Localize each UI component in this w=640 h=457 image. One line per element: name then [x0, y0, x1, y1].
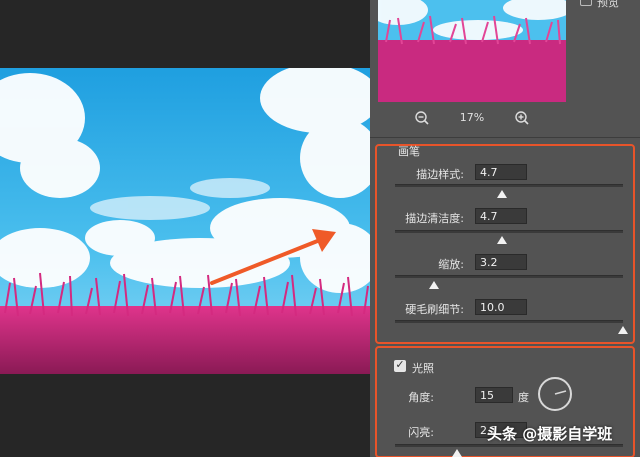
shine-label: 闪亮:	[408, 426, 434, 439]
zoom-in-icon[interactable]	[514, 110, 530, 126]
stroke-cleanliness-slider[interactable]	[395, 230, 623, 233]
preview-checkbox[interactable]	[580, 0, 592, 6]
angle-dial[interactable]	[538, 377, 572, 411]
shine-slider[interactable]	[395, 444, 623, 447]
brush-section-title: 画笔	[398, 145, 420, 158]
stroke-cleanliness-slider-thumb[interactable]	[497, 236, 508, 244]
canvas-area	[0, 0, 370, 457]
bristle-detail-slider-thumb[interactable]	[618, 326, 628, 334]
stroke-cleanliness-label: 描边清洁度:	[405, 212, 464, 225]
angle-dial-needle	[554, 390, 567, 395]
bristle-detail-slider[interactable]	[395, 320, 623, 323]
zoom-out-icon[interactable]	[414, 110, 430, 126]
angle-label: 角度:	[408, 391, 434, 404]
shine-slider-thumb[interactable]	[452, 449, 462, 457]
scale-slider-thumb[interactable]	[428, 281, 439, 289]
lighting-checkbox[interactable]: ✓	[394, 358, 406, 372]
filter-settings-panel: 预览 17% 画笔 描边样式: 描边清洁度: 缩放: 硬毛刷细节: ✓ 光照 角…	[370, 0, 640, 457]
preview-thumbnail[interactable]	[378, 0, 566, 102]
bristle-detail-label: 硬毛刷细节:	[405, 303, 464, 316]
angle-unit: 度	[518, 391, 529, 404]
stroke-style-input[interactable]	[475, 164, 527, 180]
check-icon: ✓	[395, 358, 405, 371]
preview-label: 预览	[597, 0, 619, 9]
stroke-style-label: 描边样式:	[416, 168, 464, 181]
canvas-image[interactable]	[0, 68, 370, 374]
stroke-cleanliness-input[interactable]	[475, 208, 527, 224]
stroke-style-slider-thumb[interactable]	[497, 190, 508, 198]
scale-input[interactable]	[475, 254, 527, 270]
lighting-section-title: 光照	[412, 362, 434, 375]
panel-divider	[370, 137, 640, 138]
scale-label: 缩放:	[438, 258, 464, 271]
scale-slider[interactable]	[395, 275, 623, 278]
watermark: 头条 @摄影自学班	[487, 425, 613, 443]
preview-image	[378, 0, 566, 102]
zoom-level: 17%	[459, 111, 485, 124]
bristle-detail-input[interactable]	[475, 299, 527, 315]
stroke-style-slider[interactable]	[395, 184, 623, 187]
sky-grass-photo	[0, 68, 370, 374]
angle-input[interactable]	[475, 387, 513, 403]
